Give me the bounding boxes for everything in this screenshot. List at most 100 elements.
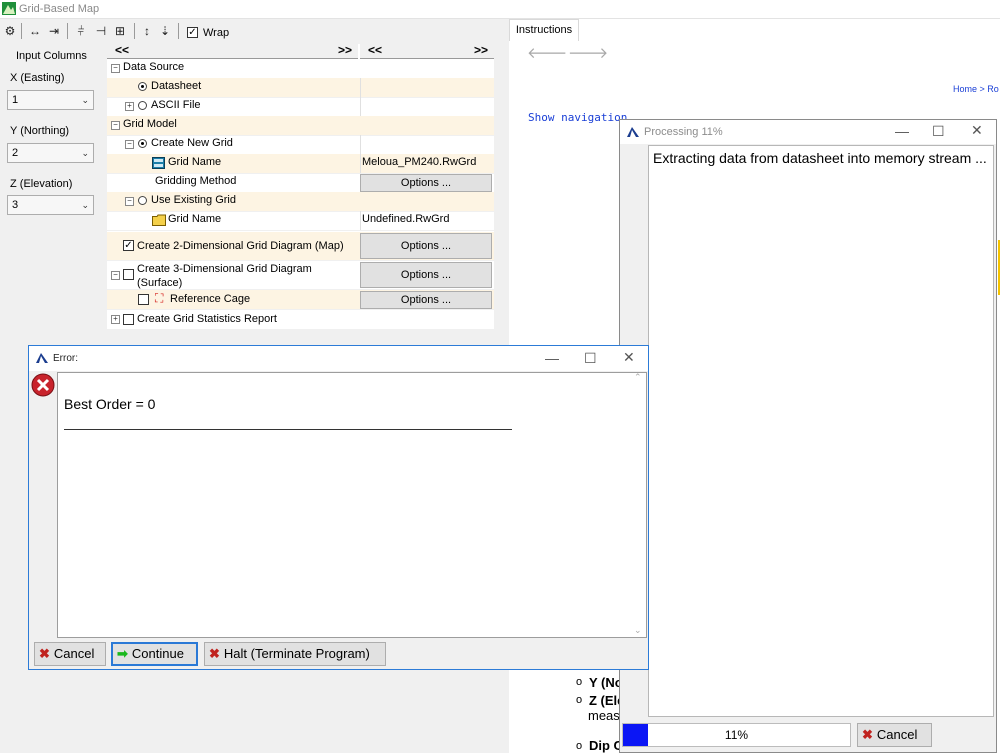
collapse-icon[interactable]: − bbox=[125, 197, 134, 206]
y-northing-select[interactable]: 2 ⌄ bbox=[7, 143, 94, 163]
row-label: ASCII File bbox=[151, 99, 201, 111]
z-elevation-label: Z (Elevation) bbox=[10, 178, 73, 190]
collapse-all-icon[interactable]: << bbox=[115, 44, 129, 56]
x-easting-select[interactable]: 1 ⌄ bbox=[7, 90, 94, 110]
halt-button[interactable]: ✖ Halt (Terminate Program) bbox=[204, 642, 386, 666]
z-elevation-select[interactable]: 3 ⌄ bbox=[7, 195, 94, 215]
tree-row-create-2d[interactable]: ✓ Create 2-Dimensional Grid Diagram (Map… bbox=[107, 232, 494, 261]
row-label-line2: (Surface) bbox=[137, 277, 183, 289]
tree-row-grid-name-existing[interactable]: Grid Name Undefined.RwGrd bbox=[107, 211, 494, 231]
create-new-grid-radio[interactable] bbox=[138, 139, 147, 148]
error-message: Best Order = 0 bbox=[64, 396, 156, 412]
collapse-values-icon[interactable]: << bbox=[368, 44, 382, 56]
grid-header-right[interactable]: << >> bbox=[360, 44, 494, 59]
expand-all-icon[interactable]: >> bbox=[338, 44, 352, 56]
collapse-icon[interactable]: − bbox=[111, 121, 120, 130]
x-easting-label: X (Easting) bbox=[10, 72, 65, 84]
chevron-down-icon: ⌄ bbox=[81, 200, 89, 210]
bullet-marker: o bbox=[576, 694, 583, 706]
error-title: Error: bbox=[53, 353, 78, 364]
row-height-icon[interactable]: ↕ bbox=[140, 23, 154, 39]
arrow-right-icon: ➡ bbox=[117, 646, 128, 661]
shrink-columns-icon[interactable]: ⇥ bbox=[46, 23, 62, 39]
align-center-icon[interactable]: ⫩ bbox=[73, 23, 89, 39]
tree-row-grid-name-new[interactable]: Grid Name Meloua_PM240.RwGrd bbox=[107, 154, 494, 174]
grid-name-existing-value[interactable]: Undefined.RwGrd bbox=[362, 213, 449, 225]
wrap-checkbox[interactable]: ✓ bbox=[187, 27, 198, 38]
tree-row-create-stats[interactable]: + Create Grid Statistics Report bbox=[107, 310, 494, 330]
collapse-icon[interactable]: − bbox=[111, 271, 120, 280]
error-cancel-label: Cancel bbox=[53, 646, 95, 661]
tree-row-use-existing-grid[interactable]: − Use Existing Grid bbox=[107, 192, 494, 212]
minimize-icon[interactable]: — bbox=[545, 350, 559, 366]
continue-label: Continue bbox=[131, 646, 184, 661]
align-left-icon[interactable]: ⊣ bbox=[93, 23, 109, 39]
create-stats-checkbox[interactable] bbox=[123, 314, 134, 325]
vertical-scrollbar[interactable]: ⌃ ⌄ bbox=[631, 372, 645, 636]
bullet-z-desc: meas bbox=[588, 708, 620, 723]
collapse-icon[interactable]: − bbox=[111, 64, 120, 73]
expand-values-icon[interactable]: >> bbox=[474, 44, 488, 56]
reference-cage-options-button[interactable]: Options ... bbox=[360, 291, 492, 309]
scroll-down-icon[interactable]: ⌄ bbox=[634, 625, 642, 636]
back-arrow-icon[interactable]: 🡐 bbox=[527, 43, 567, 62]
grid-name-new-value[interactable]: Meloua_PM240.RwGrd bbox=[362, 156, 476, 168]
row-label: Grid Model bbox=[123, 118, 177, 130]
maximize-icon[interactable]: ☐ bbox=[932, 123, 945, 140]
minimize-icon[interactable]: — bbox=[895, 123, 909, 139]
continue-button[interactable]: ➡ Continue bbox=[111, 642, 198, 666]
row-label: Grid Name bbox=[168, 156, 222, 168]
processing-cancel-button[interactable]: ✖ Cancel bbox=[857, 723, 932, 747]
forward-arrow-icon[interactable]: 🡒 bbox=[568, 43, 608, 62]
y-northing-value: 2 bbox=[12, 147, 19, 159]
row-label: Grid Name bbox=[168, 213, 222, 225]
bullet-marker: o bbox=[576, 740, 583, 752]
processing-message-box: Extracting data from datasheet into memo… bbox=[648, 145, 994, 717]
show-navigation-link[interactable]: Show navigation bbox=[528, 111, 627, 124]
tree-row-gridding-method[interactable]: Gridding Method Options ... bbox=[107, 173, 494, 193]
ascii-file-radio[interactable] bbox=[138, 101, 147, 110]
fit-width-icon[interactable]: ⊞ bbox=[112, 23, 128, 39]
scroll-up-icon[interactable]: ⌃ bbox=[634, 372, 642, 383]
expand-icon[interactable]: + bbox=[125, 102, 134, 111]
error-cancel-button[interactable]: ✖ Cancel bbox=[34, 642, 106, 666]
app-logo-icon bbox=[2, 2, 16, 15]
create-3d-checkbox[interactable] bbox=[123, 269, 134, 280]
bullet-dip: Dip C bbox=[589, 738, 623, 753]
error-dialog: Error: — ☐ ✕ Best Order = 0 ⌃ ⌄ ✖ Cancel … bbox=[28, 345, 649, 670]
expand-icon[interactable]: + bbox=[111, 315, 120, 324]
create-2d-options-button[interactable]: Options ... bbox=[360, 233, 492, 259]
close-icon[interactable]: ✕ bbox=[971, 122, 983, 139]
tree-row-create-new-grid[interactable]: − Create New Grid bbox=[107, 135, 494, 155]
toolbar: ⚙ ↔ ⇥ ⫩ ⊣ ⊞ ↕ ⇣ ✓ Wrap bbox=[0, 19, 508, 43]
use-existing-grid-radio[interactable] bbox=[138, 196, 147, 205]
grid-header-left[interactable]: << >> bbox=[107, 44, 358, 59]
collapse-icon[interactable]: − bbox=[125, 140, 134, 149]
tree-row-datasheet[interactable]: Datasheet bbox=[107, 78, 494, 98]
column-divider bbox=[360, 211, 361, 230]
processing-message: Extracting data from datasheet into memo… bbox=[653, 150, 987, 166]
close-icon[interactable]: ✕ bbox=[623, 349, 635, 366]
tree-row-grid-model[interactable]: − Grid Model bbox=[107, 116, 494, 136]
tree-row-ascii-file[interactable]: + ASCII File bbox=[107, 97, 494, 117]
datasheet-radio[interactable] bbox=[138, 82, 147, 91]
create-2d-checkbox[interactable]: ✓ bbox=[123, 240, 134, 251]
create-3d-options-button[interactable]: Options ... bbox=[360, 262, 492, 288]
maximize-icon[interactable]: ☐ bbox=[584, 350, 597, 367]
processing-title-bar[interactable]: Processing 11% — ☐ ✕ bbox=[620, 120, 996, 144]
error-title-bar[interactable]: Error: — ☐ ✕ bbox=[29, 346, 648, 371]
column-divider bbox=[360, 154, 361, 173]
tree-row-reference-cage[interactable]: ⛶ Reference Cage Options ... bbox=[107, 290, 494, 310]
tree-settings-icon[interactable]: ⚙ bbox=[3, 23, 17, 39]
row-label-line1: Create 3-Dimensional Grid Diagram bbox=[137, 263, 312, 275]
tab-instructions[interactable]: Instructions bbox=[509, 19, 579, 41]
property-grid: << >> << >> − Data Source Datasheet + AS… bbox=[107, 44, 494, 330]
reference-cage-icon: ⛶ bbox=[155, 291, 164, 305]
tree-row-data-source[interactable]: − Data Source bbox=[107, 59, 494, 79]
breadcrumb-home-link[interactable]: Home > Ro bbox=[953, 84, 999, 94]
tree-row-create-3d[interactable]: − Create 3-Dimensional Grid Diagram (Sur… bbox=[107, 261, 494, 290]
row-shrink-icon[interactable]: ⇣ bbox=[158, 23, 172, 39]
gridding-options-button[interactable]: Options ... bbox=[360, 174, 492, 192]
reference-cage-checkbox[interactable] bbox=[138, 294, 149, 305]
expand-columns-icon[interactable]: ↔ bbox=[27, 23, 43, 39]
